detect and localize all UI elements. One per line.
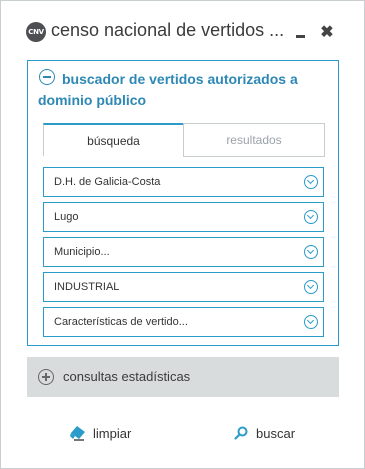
expand-icon (38, 369, 54, 385)
search-accordion-header[interactable]: buscador de vertidos autorizados a domin… (28, 61, 338, 111)
select-value: INDUSTRIAL (54, 281, 120, 293)
panel-header: CNV censo nacional de vertidos ... ✖ (1, 1, 364, 61)
search-accordion: buscador de vertidos autorizados a domin… (27, 60, 339, 346)
search-icon (234, 426, 248, 440)
search-accordion-title: buscador de vertidos autorizados a domin… (38, 71, 298, 108)
close-icon: ✖ (320, 24, 334, 41)
select-value: Lugo (54, 211, 79, 223)
select-value: Características de vertido... (54, 316, 188, 328)
select-value: D.H. de Galicia-Costa (54, 176, 161, 188)
tabs: búsqueda resultados (43, 123, 325, 157)
chevron-down-icon (304, 210, 318, 224)
panel-title: censo nacional de vertidos ... (51, 20, 285, 40)
tab-busqueda[interactable]: búsqueda (43, 123, 184, 156)
chevron-down-icon (304, 245, 318, 259)
clear-label: limpiar (93, 426, 132, 441)
select-provincia[interactable]: Lugo (43, 202, 324, 232)
select-value: Municipio... (54, 246, 110, 258)
tab-resultados[interactable]: resultados (183, 123, 325, 157)
chevron-down-icon (304, 175, 318, 189)
select-caracteristicas[interactable]: Características de vertido... (43, 307, 324, 337)
chevron-down-icon (304, 315, 318, 329)
clear-button[interactable]: limpiar (27, 415, 177, 455)
close-button[interactable]: ✖ (319, 25, 335, 41)
chevron-down-icon (304, 280, 318, 294)
stats-accordion-title: consultas estadísticas (63, 369, 191, 384)
search-button[interactable]: buscar (186, 415, 336, 455)
cnv-panel: CNV censo nacional de vertidos ... ✖ bus… (0, 0, 365, 469)
select-municipio[interactable]: Municipio... (43, 237, 324, 267)
search-label: buscar (256, 426, 296, 441)
stats-accordion[interactable]: consultas estadísticas (27, 357, 339, 397)
select-demarcacion[interactable]: D.H. de Galicia-Costa (43, 167, 324, 197)
cnv-logo: CNV (26, 22, 46, 42)
minimize-button[interactable] (293, 25, 309, 41)
select-tipo[interactable]: INDUSTRIAL (43, 272, 324, 302)
eraser-icon (70, 426, 85, 441)
